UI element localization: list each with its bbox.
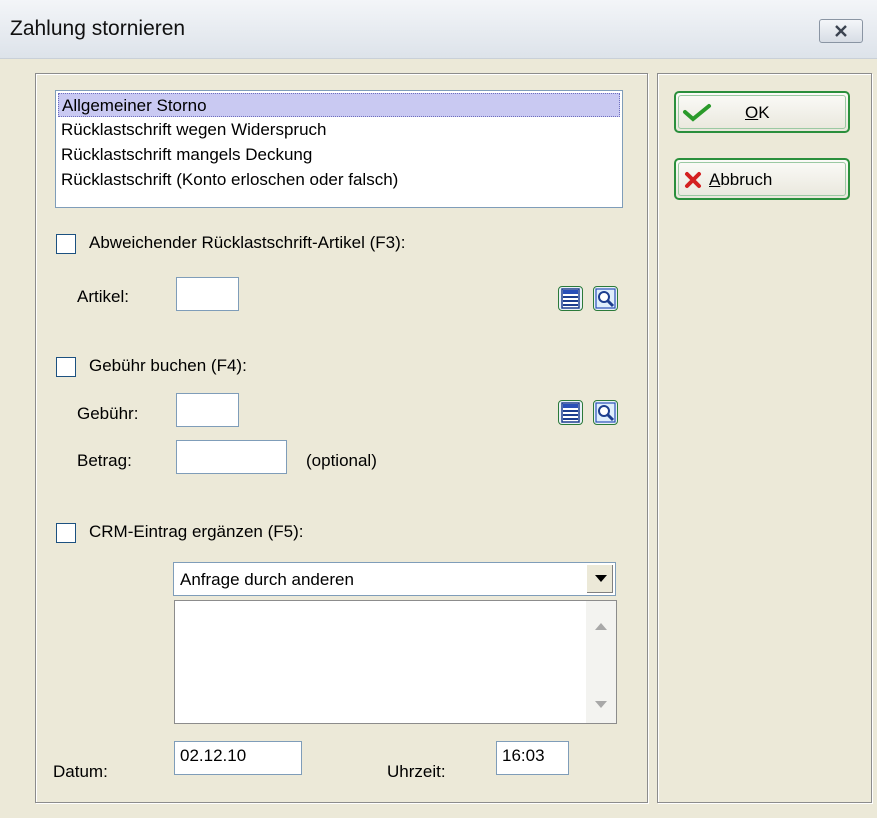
window-title: Zahlung stornieren <box>10 17 186 40</box>
scroll-up-icon[interactable] <box>595 623 607 630</box>
reason-item-general[interactable]: Allgemeiner Storno <box>58 93 620 117</box>
gebuehr-label: Gebühr: <box>77 404 139 423</box>
title-bar[interactable]: Zahlung stornieren <box>0 0 877 59</box>
magnifier-icon <box>595 288 616 309</box>
article-checkbox[interactable] <box>56 234 76 254</box>
close-icon <box>835 25 847 37</box>
memo-scrollbar[interactable] <box>586 601 616 723</box>
crm-type-dropdown-button[interactable] <box>586 564 614 594</box>
betrag-label: Betrag: <box>77 451 132 470</box>
cancel-button[interactable]: Abbruch <box>674 158 850 200</box>
fee-checkbox-label: Gebühr buchen (F4): <box>89 356 247 375</box>
gebuehr-search-button[interactable] <box>593 400 618 425</box>
betrag-input[interactable] <box>176 440 287 474</box>
fee-checkbox[interactable] <box>56 357 76 377</box>
datum-label: Datum: <box>53 762 108 781</box>
chevron-down-icon <box>595 575 607 582</box>
artikel-input[interactable] <box>176 277 239 311</box>
dialog-window: Zahlung stornieren Allgemeiner Storno Rü… <box>0 0 877 818</box>
reason-item-objection[interactable]: Rücklastschrift wegen Widerspruch <box>58 118 620 142</box>
artikel-label: Artikel: <box>77 287 129 306</box>
crm-checkbox-label: CRM-Eintrag ergänzen (F5): <box>89 522 304 541</box>
crm-type-select[interactable]: Anfrage durch anderen <box>173 562 616 596</box>
uhrzeit-label: Uhrzeit: <box>387 762 446 781</box>
reason-item-insufficient-funds[interactable]: Rücklastschrift mangels Deckung <box>58 143 620 167</box>
gebuehr-list-button[interactable] <box>558 400 583 425</box>
crm-memo[interactable] <box>174 600 617 724</box>
artikel-search-button[interactable] <box>593 286 618 311</box>
scroll-down-icon[interactable] <box>595 701 607 708</box>
list-icon <box>561 288 580 309</box>
list-icon <box>561 402 580 423</box>
close-button[interactable] <box>819 19 863 43</box>
datum-input[interactable]: 02.12.10 <box>174 741 302 775</box>
ok-button-label: OK <box>745 103 770 122</box>
gebuehr-input[interactable] <box>176 393 239 427</box>
optional-hint: (optional) <box>306 451 377 470</box>
magnifier-icon <box>595 402 616 423</box>
crm-checkbox[interactable] <box>56 523 76 543</box>
cancel-button-label: Abbruch <box>709 170 773 189</box>
crm-type-selected: Anfrage durch anderen <box>180 570 354 589</box>
artikel-list-button[interactable] <box>558 286 583 311</box>
uhrzeit-input[interactable]: 16:03 <box>496 741 569 775</box>
reason-item-account-closed[interactable]: Rücklastschrift (Konto erloschen oder fa… <box>58 168 620 192</box>
reason-listbox[interactable]: Allgemeiner Storno Rücklastschrift wegen… <box>55 90 623 208</box>
checkmark-icon <box>683 104 711 122</box>
ok-button[interactable]: OK <box>674 91 850 133</box>
article-checkbox-label: Abweichender Rücklastschrift-Artikel (F3… <box>89 233 406 252</box>
red-x-icon <box>685 172 701 188</box>
